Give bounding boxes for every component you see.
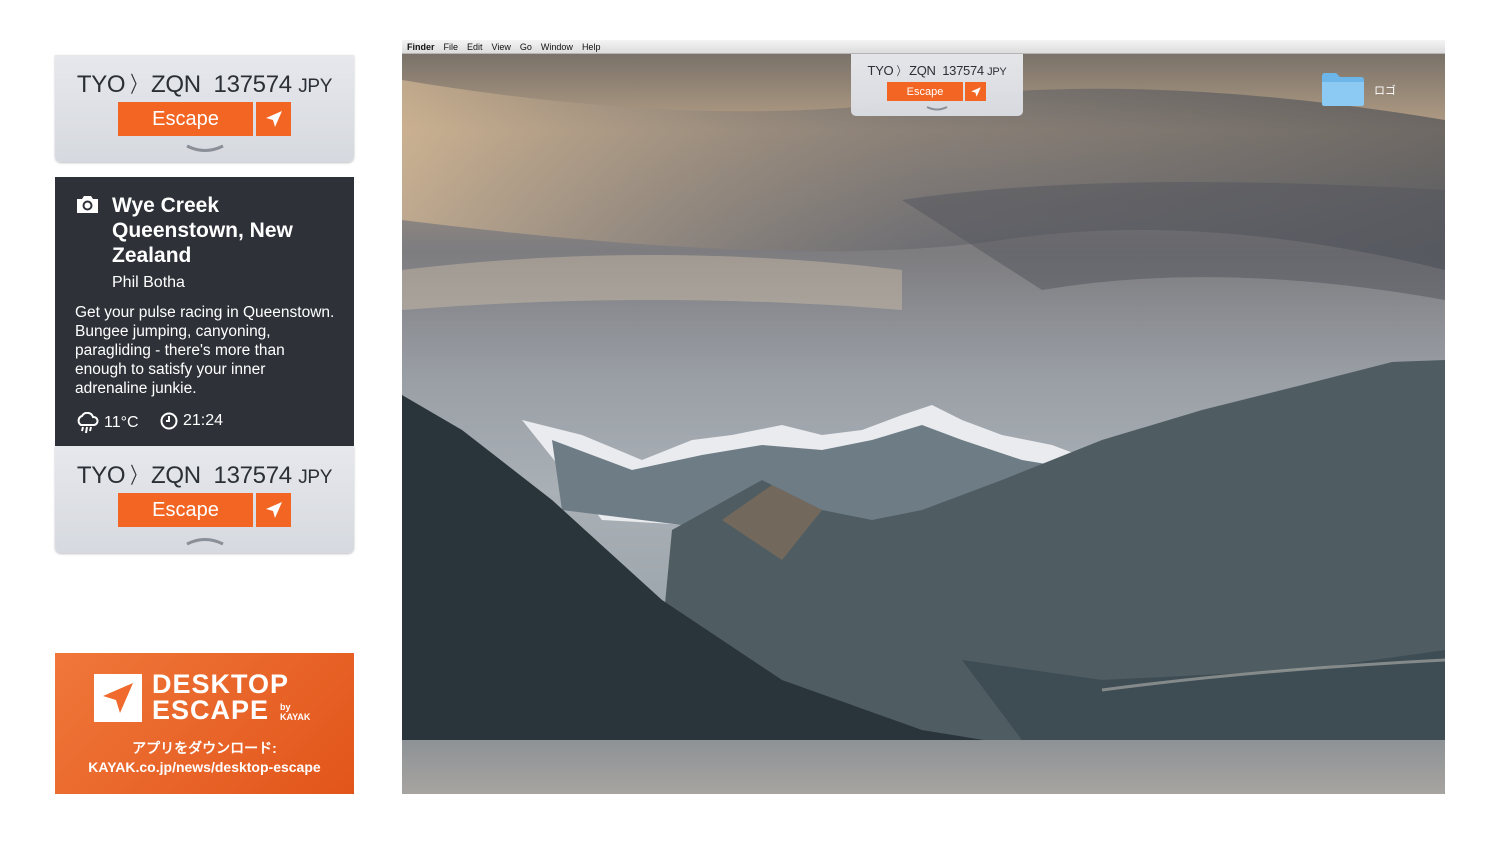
origin-code: TYO xyxy=(76,462,126,489)
menu-edit[interactable]: Edit xyxy=(467,42,483,52)
destination-code: ZQN xyxy=(151,462,201,489)
chevron-down-icon[interactable] xyxy=(926,105,948,112)
menu-help[interactable]: Help xyxy=(582,42,601,52)
send-arrow-icon xyxy=(265,502,282,518)
rain-cloud-icon xyxy=(77,412,99,434)
clock-icon xyxy=(160,412,178,430)
mini-flight-widget: TYO 〉 ZQN 137574 JPY Escape xyxy=(851,54,1023,116)
promo-banner: DESKTOP ESCAPE by KAYAK アプリをダウンロード: KAYA… xyxy=(55,653,354,794)
currency: JPY xyxy=(987,66,1007,78)
camera-icon xyxy=(77,196,98,213)
time-value: 21:24 xyxy=(183,412,224,429)
price: 137574 xyxy=(213,462,293,489)
chevron-right-icon: 〉 xyxy=(130,463,146,488)
menu-file[interactable]: File xyxy=(444,42,459,52)
menu-go[interactable]: Go xyxy=(520,42,532,52)
price: 137574 xyxy=(942,63,984,78)
chevron-down-icon[interactable] xyxy=(185,143,225,155)
price: 137574 xyxy=(213,71,293,98)
by-kayak: by KAYAK xyxy=(280,702,311,722)
chevron-up-icon[interactable] xyxy=(185,534,225,546)
menu-finder[interactable]: Finder xyxy=(407,42,435,52)
escape-button[interactable]: Escape xyxy=(118,493,253,527)
destination-code: ZQN xyxy=(151,71,201,98)
route-text: TYO 〉 ZQN 137574 JPY xyxy=(851,62,1023,79)
chevron-right-icon: 〉 xyxy=(897,64,906,78)
origin-code: TYO xyxy=(76,71,126,98)
flight-widget-bottom: TYO 〉 ZQN 137574 JPY Escape xyxy=(55,446,354,553)
chevron-right-icon: 〉 xyxy=(130,72,146,97)
photo-author: Phil Botha xyxy=(112,274,185,291)
menu-bar: Finder File Edit View Go Window Help xyxy=(402,40,1445,54)
download-label: アプリをダウンロード: xyxy=(132,740,277,756)
escape-button[interactable]: Escape xyxy=(118,102,253,136)
send-button[interactable] xyxy=(965,82,986,101)
folder-icon[interactable] xyxy=(1320,70,1366,108)
wallpaper xyxy=(402,40,1445,794)
origin-code: TYO xyxy=(867,63,894,78)
menu-view[interactable]: View xyxy=(492,42,511,52)
send-arrow-icon xyxy=(970,86,981,97)
local-time: 21:24 xyxy=(160,412,223,430)
flight-widget-top: TYO 〉 ZQN 137574 JPY Escape xyxy=(55,55,354,162)
download-info: アプリをダウンロード: KAYAK.co.jp/news/desktop-esc… xyxy=(55,739,354,777)
escape-button[interactable]: Escape xyxy=(887,82,963,101)
kayak-arrow-logo-icon xyxy=(94,674,142,722)
folder-label: ロゴ xyxy=(1374,85,1396,97)
weather-info: 11°C xyxy=(75,412,139,434)
menu-window[interactable]: Window xyxy=(541,42,573,52)
temperature: 11°C xyxy=(104,414,139,431)
place-name: Wye Creek Queenstown, New Zealand xyxy=(112,194,293,267)
currency: JPY xyxy=(298,467,333,488)
currency: JPY xyxy=(298,76,333,97)
destination-card: Wye Creek Queenstown, New Zealand Phil B… xyxy=(55,177,354,447)
destination-code: ZQN xyxy=(909,63,936,78)
download-link[interactable]: KAYAK.co.jp/news/desktop-escape xyxy=(55,758,354,777)
promo-title: DESKTOP ESCAPE xyxy=(152,669,290,725)
send-button[interactable] xyxy=(256,102,291,136)
send-button[interactable] xyxy=(256,493,291,527)
desktop-screenshot: Finder File Edit View Go Window Help TYO… xyxy=(402,40,1445,794)
route-text: TYO 〉 ZQN 137574 JPY xyxy=(55,458,354,490)
destination-description: Get your pulse racing in Queenstown. Bun… xyxy=(75,304,335,397)
route-text: TYO 〉 ZQN 137574 JPY xyxy=(55,67,354,99)
send-arrow-icon xyxy=(265,111,282,127)
